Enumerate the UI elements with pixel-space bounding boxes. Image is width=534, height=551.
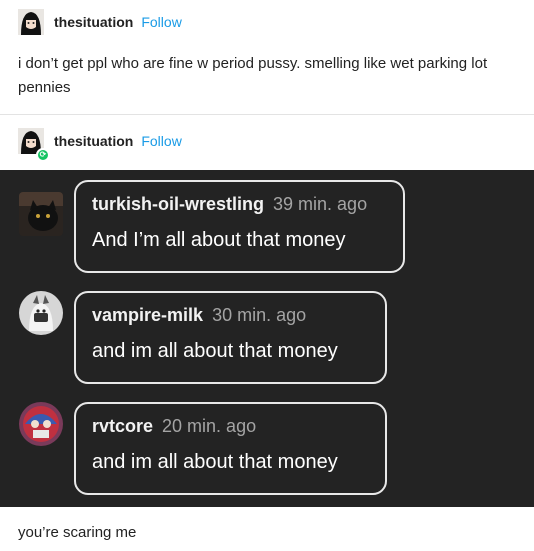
commenter-name: rvtcore bbox=[92, 416, 154, 436]
comment-text: and im all about that money bbox=[92, 451, 338, 473]
comment-text: And I’m all about that money bbox=[92, 229, 346, 251]
comment-time: 20 min. ago bbox=[162, 416, 257, 436]
commenter-avatar bbox=[19, 291, 63, 335]
comment-text: and im all about that money bbox=[92, 340, 338, 362]
comment-bubble: vampire-milk 30 min. ago and im all abou… bbox=[74, 291, 387, 384]
reblog-icon: ⟳ bbox=[36, 148, 50, 162]
commenter-name: vampire-milk bbox=[92, 305, 204, 325]
comment-bubble: rvtcore 20 min. ago and im all about tha… bbox=[74, 402, 387, 495]
post-header: ⟳ thesituation Follow bbox=[18, 127, 182, 162]
username[interactable]: thesituation bbox=[54, 133, 133, 149]
username[interactable]: thesituation bbox=[54, 14, 133, 30]
user-avatar[interactable]: ⟳ bbox=[18, 128, 50, 162]
divider bbox=[0, 114, 534, 115]
follow-button[interactable]: Follow bbox=[141, 133, 181, 149]
post-body-text: i don’t get ppl who are fine w period pu… bbox=[18, 55, 488, 96]
comment-time: 30 min. ago bbox=[212, 305, 307, 325]
comment-time: 39 min. ago bbox=[273, 194, 368, 214]
follow-button[interactable]: Follow bbox=[141, 14, 181, 30]
commenter-name: turkish-oil-wrestling bbox=[92, 194, 265, 214]
commenter-avatar bbox=[19, 402, 63, 446]
reblog-comment-text: you’re scaring me bbox=[18, 524, 137, 541]
comment-bubble: turkish-oil-wrestling 39 min. ago And I’… bbox=[74, 180, 405, 273]
user-avatar[interactable] bbox=[18, 9, 44, 35]
embedded-screenshot: turkish-oil-wrestling 39 min. ago And I’… bbox=[0, 170, 534, 507]
commenter-avatar bbox=[19, 192, 63, 236]
post-header: thesituation Follow bbox=[18, 8, 182, 36]
